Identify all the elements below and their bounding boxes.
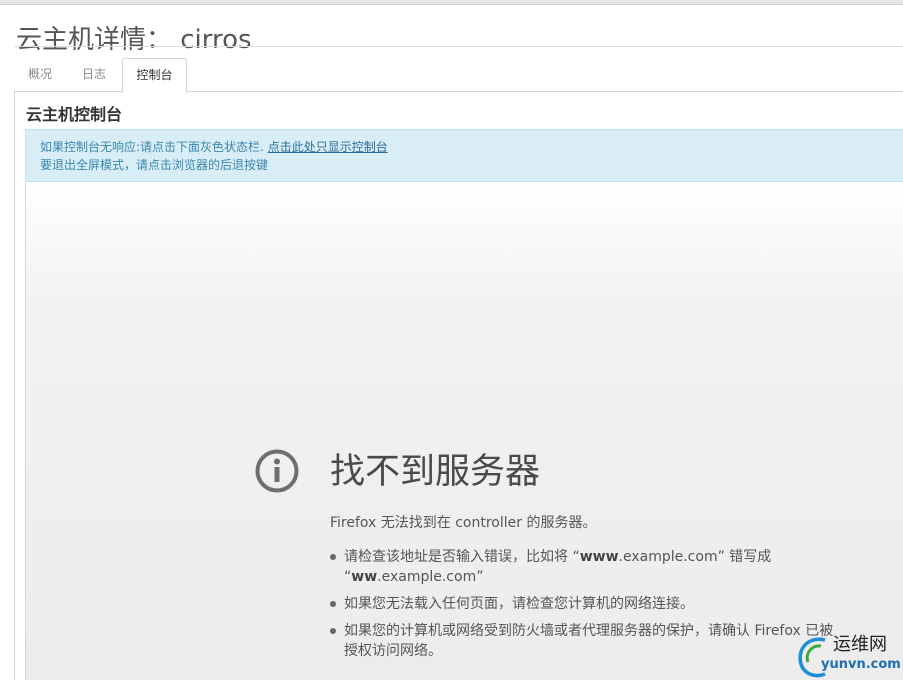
browser-top-bar: [0, 0, 903, 5]
item-text: 如果您无法载入任何页面，请检查您计算机的网络连接。: [344, 596, 694, 612]
item-bold-www: www: [579, 549, 619, 565]
item-text-pre: 请检查该地址是否输入错误，比如将 “: [344, 549, 580, 565]
info-line-2: 要退出全屏模式，请点击浏览器的后退按键: [40, 158, 269, 172]
console-info-alert: 如果控制台无响应:请点击下面灰色状态栏. 点击此处只显示控制台 要退出全屏模式，…: [25, 129, 903, 182]
watermark-domain: yunvn.com: [821, 657, 901, 672]
title-divider: [14, 46, 903, 47]
page-title: 云主机详情： cirros: [16, 25, 252, 56]
error-title: 找不到服务器: [330, 452, 541, 492]
item-bold-ww: ww: [351, 569, 378, 585]
info-circle-icon: [255, 449, 299, 493]
tab-overview[interactable]: 概况: [14, 58, 66, 90]
item-text-mid: .example.com” 错写成: [618, 549, 772, 565]
list-item: 请检查该地址是否输入错误，比如将 “www.example.com” 错写成 “…: [330, 547, 850, 587]
watermark-logo: 运维网 yunvn.com: [795, 632, 903, 680]
bullet-icon: [330, 601, 336, 607]
list-item: 如果您无法载入任何页面，请检查您计算机的网络连接。: [330, 594, 850, 614]
show-console-only-link[interactable]: 点击此处只显示控制台: [268, 140, 388, 154]
watermark-name: 运维网: [833, 634, 887, 655]
bullet-icon: [330, 554, 336, 560]
tab-bar: 概况 日志 控制台: [14, 58, 903, 93]
info-line-1: 如果控制台无响应:请点击下面灰色状态栏. 点击此处只显示控制台: [40, 139, 388, 156]
item-text-post: .example.com”: [377, 569, 484, 585]
info-text-unresponsive: 如果控制台无响应:请点击下面灰色状态栏.: [40, 140, 264, 154]
tab-log[interactable]: 日志: [68, 58, 120, 90]
tab-console[interactable]: 控制台: [122, 58, 187, 93]
error-suggestion-list: 请检查该地址是否输入错误，比如将 “www.example.com” 错写成 “…: [330, 547, 850, 668]
error-description: Firefox 无法找到在 controller 的服务器。: [330, 515, 597, 531]
bullet-icon: [330, 628, 336, 634]
console-heading: 云主机控制台: [26, 105, 123, 124]
item-text: 如果您的计算机或网络受到防火墙或者代理服务器的保护，请确认 Firefox 已被…: [344, 623, 834, 659]
list-item: 如果您的计算机或网络受到防火墙或者代理服务器的保护，请确认 Firefox 已被…: [330, 621, 834, 661]
